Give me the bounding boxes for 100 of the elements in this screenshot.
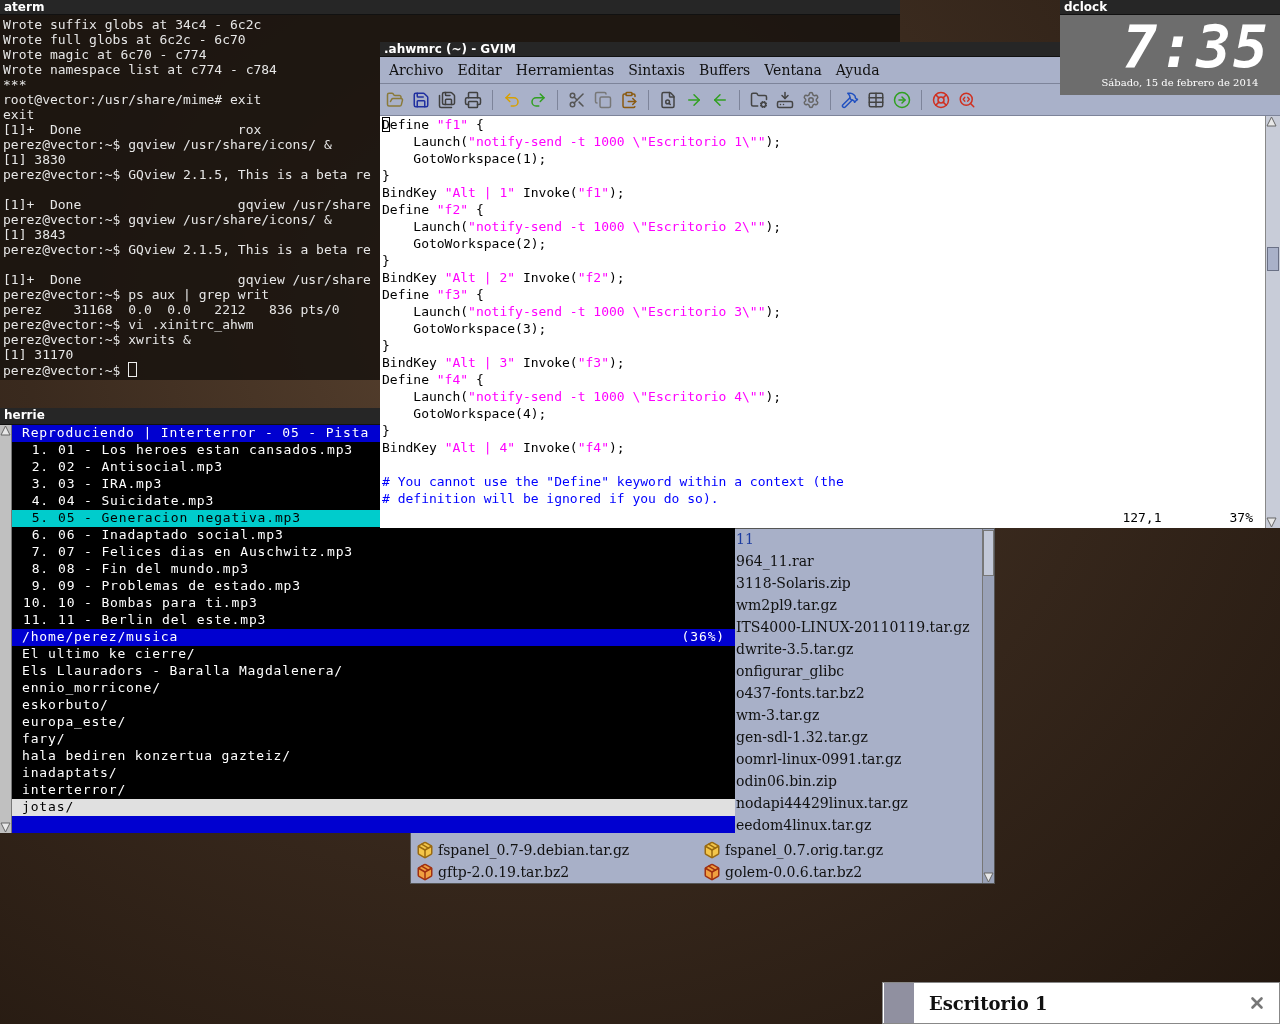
cursor-position: 127,1	[1122, 510, 1162, 527]
file-name[interactable]: golem-0.0.6.tar.bz2	[725, 864, 863, 880]
terminal-line: perez@vector:~$ ps aux | grep writ	[3, 287, 271, 302]
code-line: }	[381, 338, 391, 355]
gear-icon[interactable]	[802, 90, 820, 109]
terminal-line: Wrote suffix globs at 34c4 - 6c2c	[3, 17, 263, 32]
hammer-icon[interactable]	[841, 90, 859, 109]
code-line: Define "f4" {	[381, 372, 485, 389]
paste-icon[interactable]	[620, 90, 638, 109]
file-name[interactable]: ITS4000-LINUX-20110119.tar.gz	[736, 619, 970, 641]
terminal-line: [1]+ Done gqview /usr/share	[3, 197, 372, 212]
menu-item[interactable]: Sintaxis	[621, 62, 692, 78]
file-name[interactable]: wm2pl9.tar.gz	[736, 597, 837, 619]
file-name[interactable]: 964_11.rar	[736, 553, 814, 575]
file-name[interactable]: o437-fonts.tar.bz2	[736, 685, 865, 707]
find-replace-icon[interactable]	[659, 90, 677, 109]
scroll-thumb[interactable]	[983, 530, 994, 576]
file-name[interactable]: fspanel_0.7-9.debian.tar.gz	[438, 842, 630, 858]
menu-item[interactable]: Ayuda	[828, 62, 887, 78]
code-line: BindKey "Alt | 1" Invoke("f1");	[381, 185, 626, 202]
archive-icon	[703, 841, 721, 859]
code-line: Launch("notify-send -t 1000 \"Escritorio 1\"");	[412, 134, 783, 151]
code-line: Launch("notify-send -t 1000 \"Escritorio 4\"");	[412, 389, 783, 406]
archive-icon	[416, 841, 434, 859]
folder-gear-icon[interactable]	[750, 90, 768, 109]
code-line: }	[381, 423, 391, 440]
code-line: BindKey "Alt | 3" Invoke("f3");	[381, 355, 626, 372]
file-name[interactable]: fspanel_0.7.orig.tar.gz	[725, 842, 884, 858]
terminal-line: [1] 3843	[3, 227, 67, 242]
file-name[interactable]: onfigurar_glibc	[736, 663, 845, 685]
scroll-down-icon[interactable]	[0, 822, 11, 833]
code-line: }	[381, 168, 391, 185]
text-cursor	[128, 362, 138, 377]
cut-icon[interactable]	[568, 90, 586, 109]
directory-row[interactable]: jotas/	[12, 799, 735, 816]
terminal-line: ***	[3, 77, 28, 92]
terminal-line: perez@vector:~$ GQview 2.1.5, This is a beta re	[3, 242, 372, 257]
code-line: Define "f3" {	[381, 287, 485, 304]
code-line: Launch("notify-send -t 1000 \"Escritorio 2\"");	[412, 219, 783, 236]
title-bar: aterm	[0, 0, 900, 15]
terminal-line: perez 31168 0.0 0.0 2212 836 pts/0	[3, 302, 341, 317]
archive-icon	[416, 863, 434, 881]
scrollbar[interactable]	[982, 529, 994, 883]
file-name[interactable]: gen-sdl-1.32.tar.gz	[736, 729, 868, 751]
code-line: BindKey "Alt | 2" Invoke("f2");	[381, 270, 626, 287]
code-line: GotoWorkspace(2);	[412, 236, 548, 253]
archive-icon	[703, 863, 721, 881]
path-text: /home/perez/musica	[22, 629, 179, 646]
code-comment: # definition will be ignored if you do so).	[381, 491, 720, 508]
terminal-line: [1] 31170	[3, 347, 75, 362]
scrollbar[interactable]	[0, 425, 12, 833]
menu-item[interactable]: Buffers	[691, 62, 758, 78]
terminal-line: perez@vector:~$ vi .xinitrc_ahwm	[3, 317, 255, 332]
terminal-prompt: perez@vector:~$	[3, 363, 121, 378]
open-folder-icon[interactable]	[386, 90, 404, 109]
terminal-line: root@vector:/usr/share/mime# exit	[3, 92, 263, 107]
code-line: Define "f2" {	[381, 202, 485, 219]
terminal-line: perez@vector:~$ xwrits &	[3, 332, 192, 347]
notification-icon	[884, 983, 914, 1023]
code-line: }	[381, 253, 391, 270]
code-line: Launch("notify-send -t 1000 \"Escritorio 3\"");	[412, 304, 783, 321]
percent-text: (36%)	[681, 629, 725, 646]
code-line: GotoWorkspace(1);	[412, 151, 548, 168]
notification-title: Escritorio 1	[929, 992, 1049, 1014]
file-name[interactable]: oomrl-linux-0991.tar.gz	[736, 751, 902, 773]
file-name[interactable]: dwrite-3.5.tar.gz	[736, 641, 854, 663]
file-name[interactable]: 3118-Solaris.zip	[736, 575, 851, 597]
redo-icon[interactable]	[529, 90, 547, 109]
save-icon[interactable]	[412, 90, 430, 109]
terminal-line: Wrote full globs at 6c2c - 6c70	[3, 32, 247, 47]
terminal-line: perez@vector:~$ GQview 2.1.5, This is a beta re	[3, 167, 372, 182]
file-name[interactable]: wm-3.tar.gz	[736, 707, 820, 729]
menu-item[interactable]: Herramientas	[508, 62, 622, 78]
terminal-line: Wrote namespace list at c774 - c784	[3, 62, 278, 77]
code-comment: # You cannot use the "Define" keyword within a context (the	[381, 474, 845, 491]
file-name[interactable]: gftp-2.0.19.tar.bz2	[438, 864, 570, 880]
table-icon[interactable]	[867, 90, 885, 109]
file-name[interactable]: 11	[736, 531, 754, 553]
scroll-thumb[interactable]	[1267, 247, 1279, 271]
search-help-icon[interactable]	[958, 90, 976, 109]
scroll-percent: 37%	[1229, 510, 1253, 527]
file-name[interactable]: nodapi44429linux.tar.gz	[736, 795, 908, 817]
menu-item[interactable]: Ventana	[757, 62, 829, 78]
menu-item[interactable]: Editar	[450, 62, 509, 78]
save-all-icon[interactable]	[438, 90, 456, 109]
code-line: BindKey "Alt | 4" Invoke("f4");	[381, 440, 626, 457]
playlist-row[interactable]: 5. 05 - Generacion negativa.mp3	[12, 510, 380, 527]
terminal-line: exit	[3, 107, 36, 122]
print-icon[interactable]	[464, 90, 482, 109]
scrollbar[interactable]	[1265, 116, 1280, 528]
scroll-down-icon[interactable]	[1266, 517, 1277, 528]
clock-date: Sábado, 15 de febrero de 2014	[1100, 77, 1259, 88]
code-line: GotoWorkspace(3);	[412, 321, 548, 338]
menu-item[interactable]: Archivo	[382, 62, 451, 78]
scroll-down-icon[interactable]	[983, 872, 994, 883]
file-name[interactable]: eedom4linux.tar.gz	[736, 817, 872, 839]
copy-icon[interactable]	[594, 90, 612, 109]
terminal-line: perez@vector:~$ gqview /usr/share/icons/ &	[3, 212, 333, 227]
help-icon[interactable]	[932, 90, 950, 109]
file-name[interactable]: odin06.bin.zip	[736, 773, 837, 795]
